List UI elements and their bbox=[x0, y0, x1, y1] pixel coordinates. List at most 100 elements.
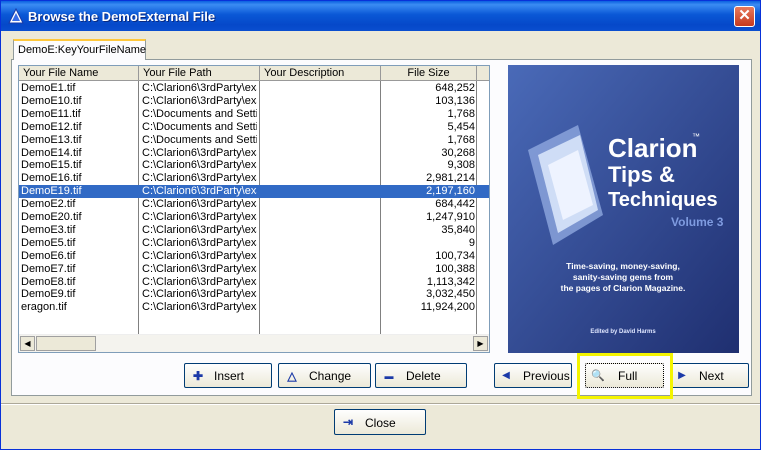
file-name-cell: DemoE13.tif bbox=[21, 133, 82, 146]
title-bar[interactable]: Browse the DemoExternal File ✕ bbox=[1, 1, 760, 31]
table-row[interactable]: DemoE2.tif C:\Clarion6\3rdParty\exa 684,44… bbox=[19, 198, 489, 211]
app-triangle-icon bbox=[8, 8, 24, 24]
window-title: Browse the DemoExternal File bbox=[28, 9, 216, 24]
arrow-left-icon: ◀ bbox=[502, 370, 510, 381]
triangle-icon: △ bbox=[287, 369, 297, 383]
file-name-cell: eragon.tif bbox=[21, 301, 67, 314]
table-row[interactable]: DemoE6.tif C:\Clarion6\3rdParty\exa 100,73… bbox=[19, 250, 489, 263]
cover-line1: Tips & bbox=[608, 162, 675, 187]
scroll-thumb[interactable] bbox=[36, 336, 96, 351]
description-cell bbox=[263, 147, 378, 160]
file-name-cell: DemoE6.tif bbox=[21, 249, 76, 262]
description-cell bbox=[263, 185, 378, 198]
file-name-cell: DemoE5.tif bbox=[21, 236, 76, 249]
description-cell bbox=[263, 250, 378, 263]
file-name-cell: DemoE10.tif bbox=[21, 94, 82, 107]
scroll-right-button[interactable]: ▶ bbox=[473, 336, 488, 351]
file-name-cell: DemoE2.tif bbox=[21, 198, 76, 211]
file-list[interactable]: Your File Name Your File Path Your Descr… bbox=[18, 65, 490, 353]
file-name-cell: DemoE16.tif bbox=[21, 172, 82, 185]
column-header-filler bbox=[477, 66, 489, 81]
insert-button[interactable]: ✚ Insert bbox=[184, 363, 272, 388]
table-row[interactable]: DemoE1.tif C:\Clarion6\3rdParty\exa 648,25… bbox=[19, 82, 489, 95]
table-row[interactable]: DemoE8.tif C:\Clarion6\3rdParty\exa 1,113,… bbox=[19, 276, 489, 289]
description-cell bbox=[263, 224, 378, 237]
file-path-cell: C:\Clarion6\3rdParty\exa bbox=[142, 249, 257, 262]
file-size-cell: 2,197,160 bbox=[426, 185, 475, 198]
previous-button[interactable]: ◀ Previous bbox=[494, 363, 572, 388]
file-path-cell: C:\Clarion6\3rdParty\exa bbox=[142, 301, 257, 314]
close-x-icon: ✕ bbox=[738, 7, 751, 24]
file-size-cell: 1,768 bbox=[447, 133, 475, 146]
previous-label: Previous bbox=[523, 369, 570, 383]
cover-editor: Edited by David Harms bbox=[590, 329, 656, 335]
file-size-cell: 1,247,910 bbox=[426, 211, 475, 223]
file-size-cell: 9 bbox=[468, 236, 475, 249]
file-path-cell: C:\Clarion6\3rdParty\exa bbox=[142, 275, 257, 288]
table-row[interactable]: DemoE7.tif C:\Clarion6\3rdParty\exa 100,38… bbox=[19, 263, 489, 276]
file-name-cell: DemoE9.tif bbox=[21, 288, 76, 301]
close-button[interactable]: ⇥ Close bbox=[334, 409, 426, 435]
file-path-cell: C:\Clarion6\3rdParty\exa bbox=[142, 198, 257, 211]
column-header-file-name[interactable]: Your File Name bbox=[19, 66, 139, 81]
scroll-left-button[interactable]: ◀ bbox=[20, 336, 35, 351]
table-row[interactable]: DemoE16.tif C:\Clarion6\3rdParty\exa 2,981… bbox=[19, 172, 489, 185]
file-path-cell: C:\Documents and Setti bbox=[142, 133, 257, 146]
table-row[interactable]: DemoE11.tif C:\Documents and Setti 1,768 bbox=[19, 108, 489, 121]
scroll-right-icon: ▶ bbox=[477, 339, 484, 348]
file-path-cell: C:\Clarion6\3rdParty\exa bbox=[142, 185, 257, 198]
file-size-cell: 35,840 bbox=[441, 223, 475, 236]
file-size-cell: 103,136 bbox=[435, 94, 475, 107]
table-row[interactable]: DemoE12.tif C:\Documents and Setti 5,454 bbox=[19, 121, 489, 134]
file-path-cell: C:\Clarion6\3rdParty\exa bbox=[142, 236, 257, 249]
description-cell bbox=[263, 301, 378, 314]
description-cell bbox=[263, 172, 378, 185]
minus-icon: ▬ bbox=[384, 371, 394, 381]
change-button[interactable]: △ Change bbox=[278, 363, 371, 388]
exit-door-icon: ⇥ bbox=[342, 415, 354, 429]
file-name-cell: DemoE8.tif bbox=[21, 275, 76, 288]
cover-volume: Volume 3 bbox=[671, 215, 724, 229]
separator bbox=[1, 403, 760, 405]
file-size-cell: 1,113,342 bbox=[426, 275, 475, 288]
column-header-description[interactable]: Your Description bbox=[260, 66, 381, 81]
table-row[interactable]: DemoE13.tif C:\Documents and Setti 1,768 bbox=[19, 134, 489, 147]
image-preview: Clarion ™ Tips & Techniques Volume 3 Tim… bbox=[508, 65, 739, 353]
file-path-cell: C:\Clarion6\3rdParty\exa bbox=[142, 211, 257, 223]
file-path-cell: C:\Clarion6\3rdParty\exa bbox=[142, 172, 257, 185]
file-size-cell: 9,308 bbox=[447, 159, 475, 172]
tab-key-your-file-name[interactable]: DemoE:KeyYourFileName bbox=[13, 39, 146, 60]
file-size-cell: 11,924,200 bbox=[420, 301, 475, 314]
description-cell bbox=[263, 95, 378, 108]
file-path-cell: C:\Clarion6\3rdParty\exa bbox=[142, 146, 257, 159]
description-cell bbox=[263, 159, 378, 172]
delete-button[interactable]: ▬ Delete bbox=[375, 363, 467, 388]
table-row[interactable]: DemoE20.tif C:\Clarion6\3rdParty\exa 1,247… bbox=[19, 211, 489, 224]
file-name-cell: DemoE3.tif bbox=[21, 223, 76, 236]
table-row[interactable]: DemoE3.tif C:\Clarion6\3rdParty\exa 35,840 bbox=[19, 224, 489, 237]
table-row[interactable]: DemoE5.tif C:\Clarion6\3rdParty\exa 9 bbox=[19, 237, 489, 250]
file-path-cell: C:\Documents and Setti bbox=[142, 120, 257, 133]
horizontal-scrollbar[interactable]: ◀ ▶ bbox=[19, 334, 489, 352]
description-cell bbox=[263, 288, 378, 301]
table-row[interactable]: DemoE15.tif C:\Clarion6\3rdParty\exa 9,308 bbox=[19, 159, 489, 172]
table-row-selected[interactable]: DemoE19.tif C:\Clarion6\3rdParty\exa 2,197… bbox=[19, 185, 489, 199]
description-cell bbox=[263, 134, 378, 147]
table-row[interactable]: DemoE9.tif C:\Clarion6\3rdParty\exa 3,032,… bbox=[19, 288, 489, 301]
file-size-cell: 30,268 bbox=[441, 146, 475, 159]
close-window-button[interactable]: ✕ bbox=[734, 6, 755, 27]
description-cell bbox=[263, 121, 378, 134]
table-row[interactable]: eragon.tif C:\Clarion6\3rdParty\exa 11,924… bbox=[19, 301, 489, 314]
cover-tagline3: the pages of Clarion Magazine. bbox=[561, 283, 686, 293]
file-name-cell: DemoE15.tif bbox=[21, 159, 82, 172]
table-row[interactable]: DemoE10.tif C:\Clarion6\3rdParty\exa 103,1… bbox=[19, 95, 489, 108]
file-size-cell: 1,768 bbox=[447, 107, 475, 120]
file-name-cell: DemoE20.tif bbox=[21, 211, 82, 223]
column-header-file-path[interactable]: Your File Path bbox=[139, 66, 260, 81]
column-header-file-size[interactable]: File Size bbox=[381, 66, 477, 81]
file-size-cell: 684,442 bbox=[435, 198, 475, 211]
table-row[interactable]: DemoE14.tif C:\Clarion6\3rdParty\exa 30,26… bbox=[19, 147, 489, 160]
next-button[interactable]: ▶ Next bbox=[670, 363, 749, 388]
file-path-cell: C:\Clarion6\3rdParty\exa bbox=[142, 94, 257, 107]
highlight-box bbox=[577, 353, 673, 399]
